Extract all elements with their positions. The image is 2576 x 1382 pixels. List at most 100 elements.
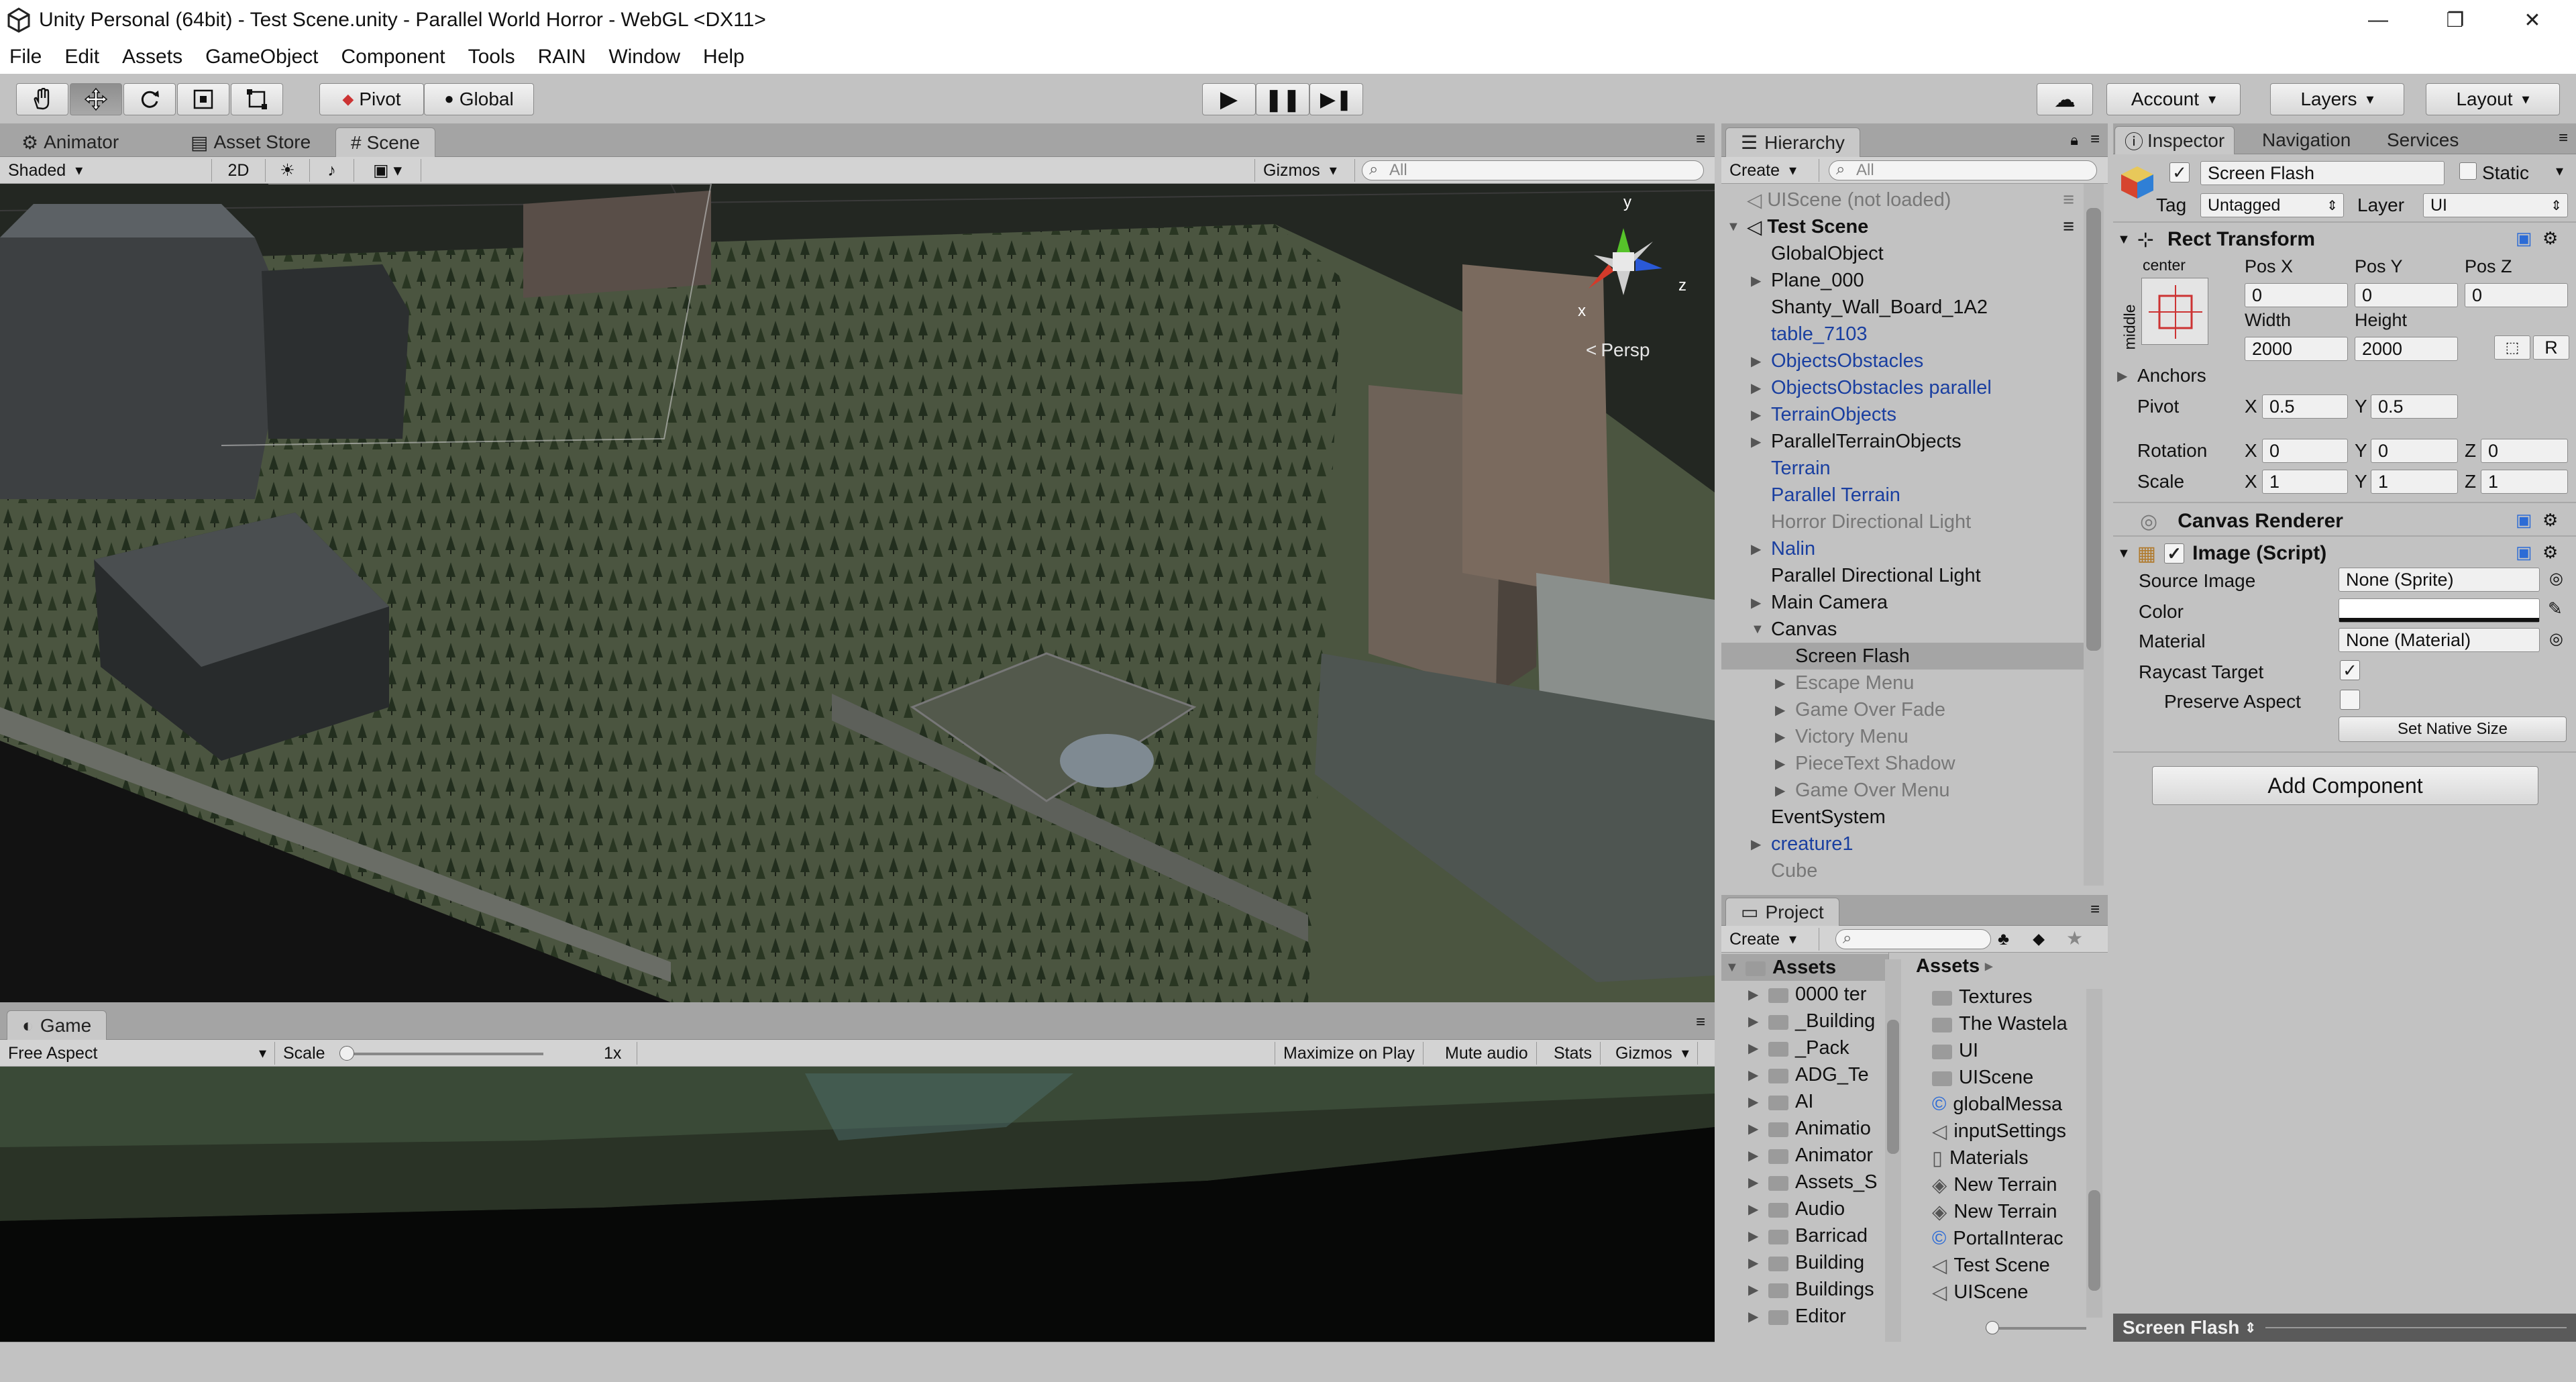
raw-edit-button[interactable]: R <box>2533 335 2569 360</box>
menu-file[interactable]: File <box>9 46 42 68</box>
anchors-foldout-icon[interactable]: ▶ <box>2117 368 2127 384</box>
hierarchy-row[interactable]: Parallel Directional Light <box>1721 562 2084 589</box>
collapsed-arrow-icon[interactable]: ▶ <box>1748 1013 1768 1030</box>
scene-search-input[interactable]: ⌕ All <box>1362 160 1704 180</box>
menu-help[interactable]: Help <box>703 46 745 68</box>
collapsed-arrow-icon[interactable]: ▶ <box>1748 1040 1768 1057</box>
expanded-arrow-icon[interactable]: ▼ <box>1727 219 1747 235</box>
scale-z-field[interactable]: 1 <box>2481 470 2568 494</box>
hand-tool-button[interactable] <box>16 83 68 115</box>
source-image-field[interactable]: None (Sprite) <box>2339 568 2540 592</box>
menu-edit[interactable]: Edit <box>64 46 99 68</box>
collapsed-arrow-icon[interactable]: ▶ <box>1748 1067 1768 1083</box>
collapsed-arrow-icon[interactable]: ▶ <box>1775 675 1795 692</box>
project-asset-item[interactable]: The Wastela <box>1905 1010 2068 1037</box>
tab-game[interactable]: ◐ Game <box>7 1010 107 1040</box>
collapsed-arrow-icon[interactable]: ▶ <box>1748 1094 1768 1110</box>
hierarchy-row[interactable]: ▶ Plane_000 <box>1721 267 2084 294</box>
play-button[interactable]: ▶ <box>1202 83 1256 115</box>
pivot-y-field[interactable]: 0.5 <box>2371 394 2458 419</box>
collapsed-arrow-icon[interactable]: ▶ <box>1751 272 1771 289</box>
game-viewport[interactable] <box>0 1067 1715 1342</box>
project-create-dropdown[interactable]: Create <box>1721 928 1819 951</box>
rotation-y-field[interactable]: 0 <box>2371 439 2458 463</box>
project-folder-item[interactable]: ▶ Building <box>1721 1249 1864 1276</box>
audio-toggle[interactable]: ♪ <box>310 159 354 182</box>
project-folder-item[interactable]: ▶ Audio <box>1721 1195 1845 1222</box>
hierarchy-row[interactable]: ▶ TerrainObjects <box>1721 401 2084 428</box>
panel-menu-icon[interactable]: ≡ <box>1696 130 1705 149</box>
hierarchy-row[interactable]: table_7103 <box>1721 321 2084 348</box>
shading-mode-dropdown[interactable]: Shaded <box>0 159 212 182</box>
scale-slider[interactable] <box>339 1046 543 1061</box>
hierarchy-row[interactable]: Parallel Terrain <box>1721 482 2084 509</box>
aspect-dropdown[interactable]: Free Aspect <box>0 1042 275 1065</box>
assets-breadcrumb[interactable]: Assets ▸ <box>1905 953 2086 979</box>
menu-window[interactable]: Window <box>608 46 680 68</box>
pivot-x-field[interactable]: 0.5 <box>2262 394 2348 419</box>
static-checkbox[interactable] <box>2459 162 2477 180</box>
pos-y-field[interactable]: 0 <box>2355 283 2458 307</box>
hierarchy-row[interactable]: ▶ Game Over Fade <box>1721 696 2084 723</box>
collapsed-arrow-icon[interactable]: ▶ <box>1751 594 1771 611</box>
project-search-input[interactable]: ⌕ <box>1835 929 1991 949</box>
raycast-target-checkbox[interactable]: ✓ <box>2340 660 2360 680</box>
image-script-header[interactable]: ▼ ▦ ✓ Image (Script) <box>2117 538 2326 569</box>
width-field[interactable]: 2000 <box>2245 337 2348 361</box>
layers-dropdown[interactable]: Layers <box>2270 83 2404 115</box>
tab-navigation[interactable]: Navigation <box>2254 126 2359 154</box>
pause-button[interactable]: ❚❚ <box>1256 83 1309 115</box>
hierarchy-row[interactable]: EventSystem <box>1721 804 2084 831</box>
filter-type-icon[interactable]: ♣ <box>1998 928 2009 949</box>
hierarchy-row[interactable]: ◁ UIScene (not loaded) ≡ <box>1721 187 2084 213</box>
component-gear-icon[interactable]: ⚙ <box>2542 542 2558 563</box>
hierarchy-row[interactable]: Shanty_Wall_Board_1A2 <box>1721 294 2084 321</box>
lock-icon[interactable]: 🔒︎ <box>2070 131 2078 149</box>
icon-size-slider-knob[interactable] <box>1986 1321 1999 1334</box>
canvas-renderer-header[interactable]: ◎ Canvas Renderer <box>2140 506 2343 537</box>
hierarchy-row[interactable]: ▶ Game Over Menu <box>1721 777 2084 804</box>
hierarchy-row[interactable]: Horror Directional Light <box>1721 509 2084 535</box>
collapsed-arrow-icon[interactable]: ▶ <box>1751 407 1771 423</box>
project-tree-scrollbar[interactable] <box>1885 959 1901 1342</box>
scale-slider-knob[interactable] <box>339 1046 354 1061</box>
project-asset-item[interactable]: UIScene <box>1905 1064 2033 1091</box>
collapsed-arrow-icon[interactable]: ▶ <box>1748 1201 1768 1218</box>
set-native-size-button[interactable]: Set Native Size <box>2339 716 2567 742</box>
rotation-x-field[interactable]: 0 <box>2262 439 2348 463</box>
hierarchy-create-dropdown[interactable]: Create <box>1721 159 1819 182</box>
scene-gizmos-dropdown[interactable]: Gizmos <box>1254 159 1355 182</box>
pos-x-field[interactable]: 0 <box>2245 283 2348 307</box>
tab-scene[interactable]: # Scene <box>335 127 435 157</box>
project-folder-item[interactable]: ▶ Barricad <box>1721 1222 1868 1249</box>
hierarchy-row[interactable]: Terrain <box>1721 455 2084 482</box>
project-asset-item[interactable]: ◁ Test Scene <box>1905 1252 2050 1279</box>
scale-x-field[interactable]: 1 <box>2262 470 2348 494</box>
project-asset-item[interactable]: UI <box>1905 1037 1978 1064</box>
project-asset-item[interactable]: Textures <box>1905 984 2033 1010</box>
component-gear-icon[interactable]: ⚙ <box>2542 510 2558 531</box>
collapsed-arrow-icon[interactable]: ▶ <box>1751 380 1771 396</box>
project-folder-item[interactable]: ▶ Editor <box>1721 1303 1846 1330</box>
layout-dropdown[interactable]: Layout <box>2426 83 2560 115</box>
preserve-aspect-checkbox[interactable] <box>2340 690 2360 710</box>
project-tree-scroll-thumb[interactable] <box>1887 1020 1899 1154</box>
icon-size-slider[interactable] <box>1986 1321 2086 1334</box>
hierarchy-scroll-thumb[interactable] <box>2086 208 2101 651</box>
project-asset-item[interactable]: ▯ Materials <box>1905 1145 2029 1171</box>
menu-rain[interactable]: RAIN <box>538 46 586 68</box>
hierarchy-row[interactable]: ▶ creature1 <box>1721 831 2084 857</box>
static-dropdown-icon[interactable]: ▾ <box>2556 162 2563 180</box>
menu-assets[interactable]: Assets <box>122 46 182 68</box>
add-component-button[interactable]: Add Component <box>2152 766 2538 805</box>
hierarchy-row[interactable]: ▶ Escape Menu <box>1721 670 2084 696</box>
hierarchy-row[interactable]: ▶ Main Camera <box>1721 589 2084 616</box>
hierarchy-row[interactable]: ▶ Nalin <box>1721 535 2084 562</box>
object-picker-icon[interactable]: ◎ <box>2549 629 2563 649</box>
collapsed-arrow-icon[interactable]: ▶ <box>1748 1174 1768 1191</box>
hierarchy-row[interactable]: ▶ PieceText Shadow <box>1721 750 2084 777</box>
tab-animator[interactable]: ⚙ Animator <box>7 127 133 157</box>
scene-menu-icon[interactable]: ≡ <box>2063 216 2074 238</box>
preview-header[interactable]: Screen Flash ⇕ <box>2113 1314 2576 1342</box>
collapsed-arrow-icon[interactable]: ▶ <box>1751 836 1771 853</box>
